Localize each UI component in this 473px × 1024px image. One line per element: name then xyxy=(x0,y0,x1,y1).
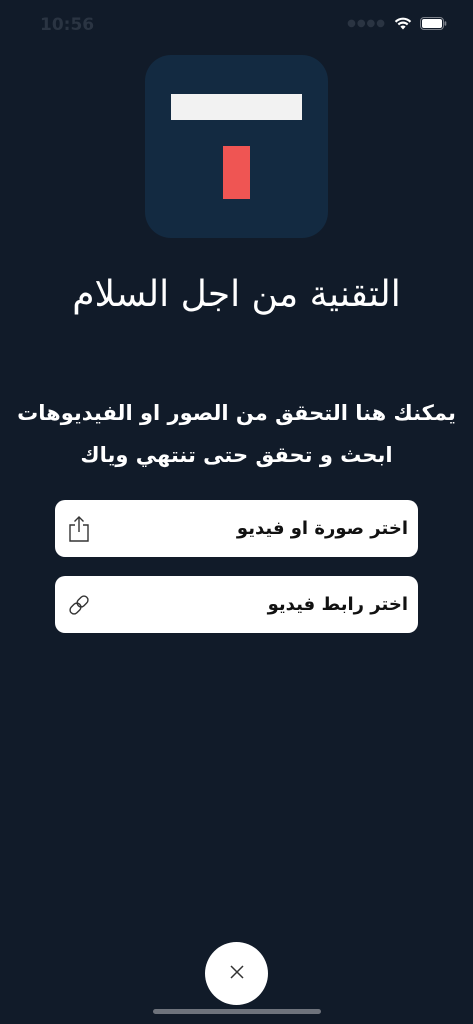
status-time: 10:56 xyxy=(40,15,95,35)
logo-bar xyxy=(171,94,302,120)
signal-icon: ●●●● xyxy=(347,18,386,29)
share-upload-icon xyxy=(65,515,93,543)
home-indicator xyxy=(153,1009,321,1014)
choose-media-label: اختر صورة او فيديو xyxy=(236,518,408,539)
description-line-1: يمكنك هنا التحقق من الصور او الفيديوهات xyxy=(17,401,456,425)
link-icon xyxy=(65,591,93,619)
status-bar: 10:56 ●●●● xyxy=(0,0,473,52)
choose-video-link-button[interactable]: اختر رابط فيديو xyxy=(55,576,418,633)
description: يمكنك هنا التحقق من الصور او الفيديوهات … xyxy=(10,392,463,476)
close-icon xyxy=(229,964,245,984)
logo-stem xyxy=(223,146,250,199)
page-title: التقنية من اجل السلام xyxy=(72,274,401,316)
wifi-icon xyxy=(394,17,412,30)
status-icons: ●●●● xyxy=(347,17,447,30)
choose-media-button[interactable]: اختر صورة او فيديو xyxy=(55,500,418,557)
description-line-2: ابحث و تحقق حتى تنتهي وياك xyxy=(80,443,393,467)
close-button[interactable] xyxy=(205,942,268,1005)
choose-video-link-label: اختر رابط فيديو xyxy=(267,594,408,615)
battery-icon xyxy=(420,17,447,30)
app-logo xyxy=(145,55,328,238)
